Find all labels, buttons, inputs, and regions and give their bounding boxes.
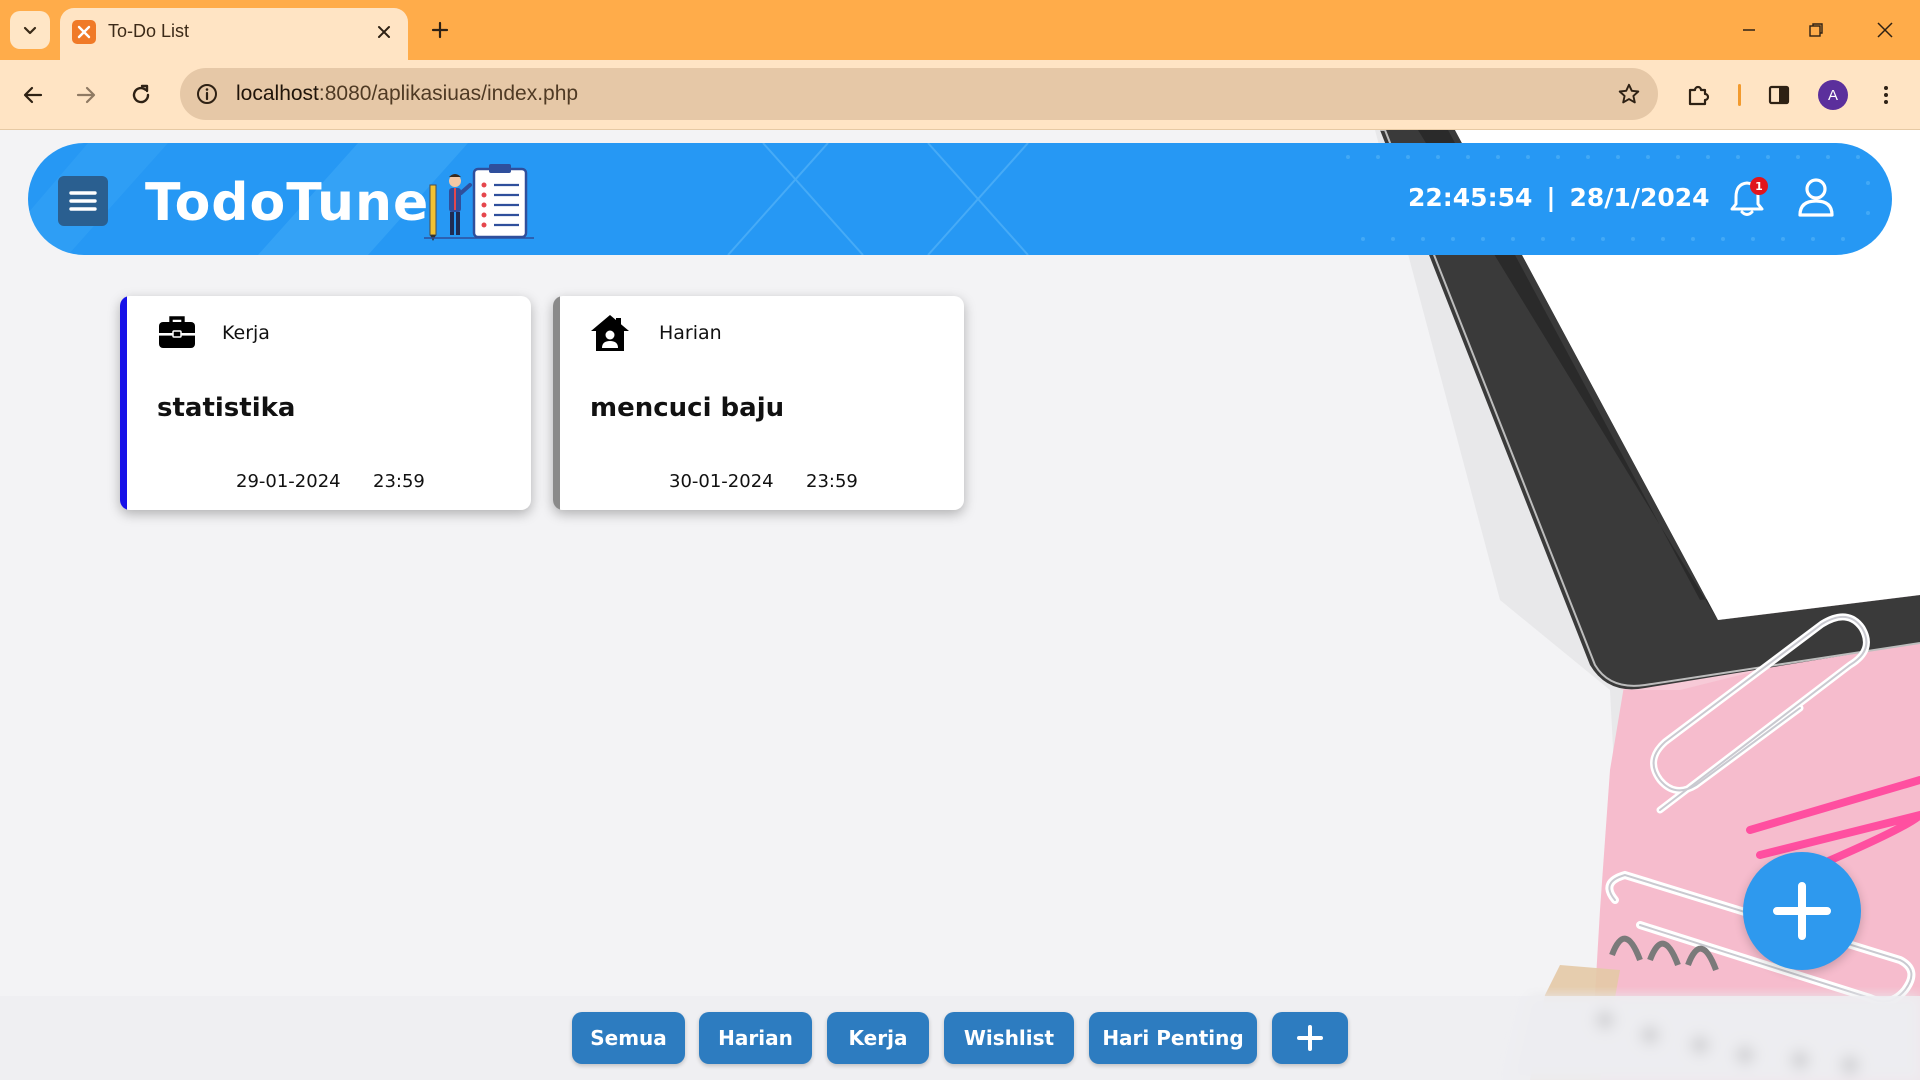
current-time: 22:45:54 <box>1408 183 1533 212</box>
task-card[interactable]: Kerja statistika 29-01-2024 23:59 <box>120 296 531 510</box>
minimize-icon <box>1743 29 1755 31</box>
tab-search-button[interactable] <box>10 11 50 49</box>
add-category-button[interactable] <box>1272 1012 1348 1064</box>
new-tab-button[interactable] <box>424 14 456 46</box>
xampp-favicon-icon <box>72 20 96 44</box>
browser-tab[interactable]: To-Do List <box>60 8 408 60</box>
filter-button-semua[interactable]: Semua <box>572 1012 685 1064</box>
minimize-button[interactable] <box>1726 10 1772 50</box>
notification-badge: 1 <box>1750 177 1768 195</box>
profile-avatar[interactable]: A <box>1818 80 1848 110</box>
url-host: localhost <box>236 82 319 105</box>
plus-icon <box>1297 1025 1323 1051</box>
house-icon <box>591 315 629 351</box>
filter-button-hari-penting[interactable]: Hari Penting <box>1089 1012 1257 1064</box>
close-tab-icon[interactable] <box>372 20 396 44</box>
plus-icon <box>1773 882 1831 940</box>
side-panel-icon[interactable] <box>1762 78 1796 112</box>
task-title: mencuci baju <box>590 393 785 423</box>
browser-toolbar: localhost:8080/aplikasiuas/index.php A <box>0 60 1920 130</box>
add-task-fab[interactable] <box>1743 852 1861 970</box>
task-title: statistika <box>157 393 296 423</box>
site-info-icon[interactable] <box>192 79 222 109</box>
category-filter-bar: Semua Harian Kerja Wishlist Hari Penting <box>0 996 1920 1080</box>
task-category: Harian <box>659 322 722 344</box>
clipboard-illustration <box>424 164 534 241</box>
task-due-date: 29-01-2024 <box>236 471 341 492</box>
app-brand-title: TodoTune <box>145 173 430 233</box>
url-text[interactable]: localhost:8080/aplikasiuas/index.php <box>236 82 578 106</box>
briefcase-icon <box>159 316 195 348</box>
reload-button[interactable] <box>121 75 161 115</box>
hamburger-menu-button[interactable] <box>58 176 108 226</box>
page-viewport: TodoTune 22:45:54 | 28/1/2024 1 Kerja st… <box>0 130 1920 1080</box>
card-accent-bar <box>120 296 127 510</box>
close-window-button[interactable] <box>1862 10 1908 50</box>
extensions-icon[interactable] <box>1681 78 1715 112</box>
forward-button[interactable] <box>66 75 106 115</box>
close-icon <box>1877 22 1893 38</box>
url-path: :8080/aplikasiuas/index.php <box>318 82 579 105</box>
chevron-down-icon <box>23 26 37 35</box>
reload-icon <box>132 84 150 104</box>
task-card[interactable]: Harian mencuci baju 30-01-2024 23:59 <box>553 296 964 510</box>
bookmark-star-icon[interactable] <box>1614 79 1644 109</box>
browser-menu-icon[interactable] <box>1869 78 1903 112</box>
back-button[interactable] <box>13 75 53 115</box>
task-category: Kerja <box>222 322 270 344</box>
tab-title: To-Do List <box>108 21 190 41</box>
browser-tab-bar: To-Do List <box>0 0 1920 60</box>
background-photo <box>1375 130 1920 1080</box>
toolbar-separator <box>1738 84 1741 106</box>
datetime-display: 22:45:54 | 28/1/2024 <box>1408 183 1710 212</box>
task-due-time: 23:59 <box>373 471 425 492</box>
task-due-date: 30-01-2024 <box>669 471 774 492</box>
address-bar[interactable]: localhost:8080/aplikasiuas/index.php <box>180 68 1658 120</box>
time-date-separator: | <box>1546 183 1556 212</box>
app-header: TodoTune 22:45:54 | 28/1/2024 1 <box>28 143 1892 255</box>
arrow-right-icon <box>76 86 96 104</box>
plus-icon <box>431 21 449 39</box>
restore-icon <box>1809 23 1823 37</box>
card-accent-bar <box>553 296 560 510</box>
filter-button-kerja[interactable]: Kerja <box>827 1012 929 1064</box>
current-date: 28/1/2024 <box>1569 183 1710 212</box>
arrow-left-icon <box>23 86 43 104</box>
hamburger-menu-icon <box>69 191 97 211</box>
user-icon[interactable] <box>1794 175 1838 219</box>
filter-button-wishlist[interactable]: Wishlist <box>944 1012 1074 1064</box>
filter-button-harian[interactable]: Harian <box>699 1012 812 1064</box>
restore-button[interactable] <box>1793 10 1839 50</box>
task-due-time: 23:59 <box>806 471 858 492</box>
